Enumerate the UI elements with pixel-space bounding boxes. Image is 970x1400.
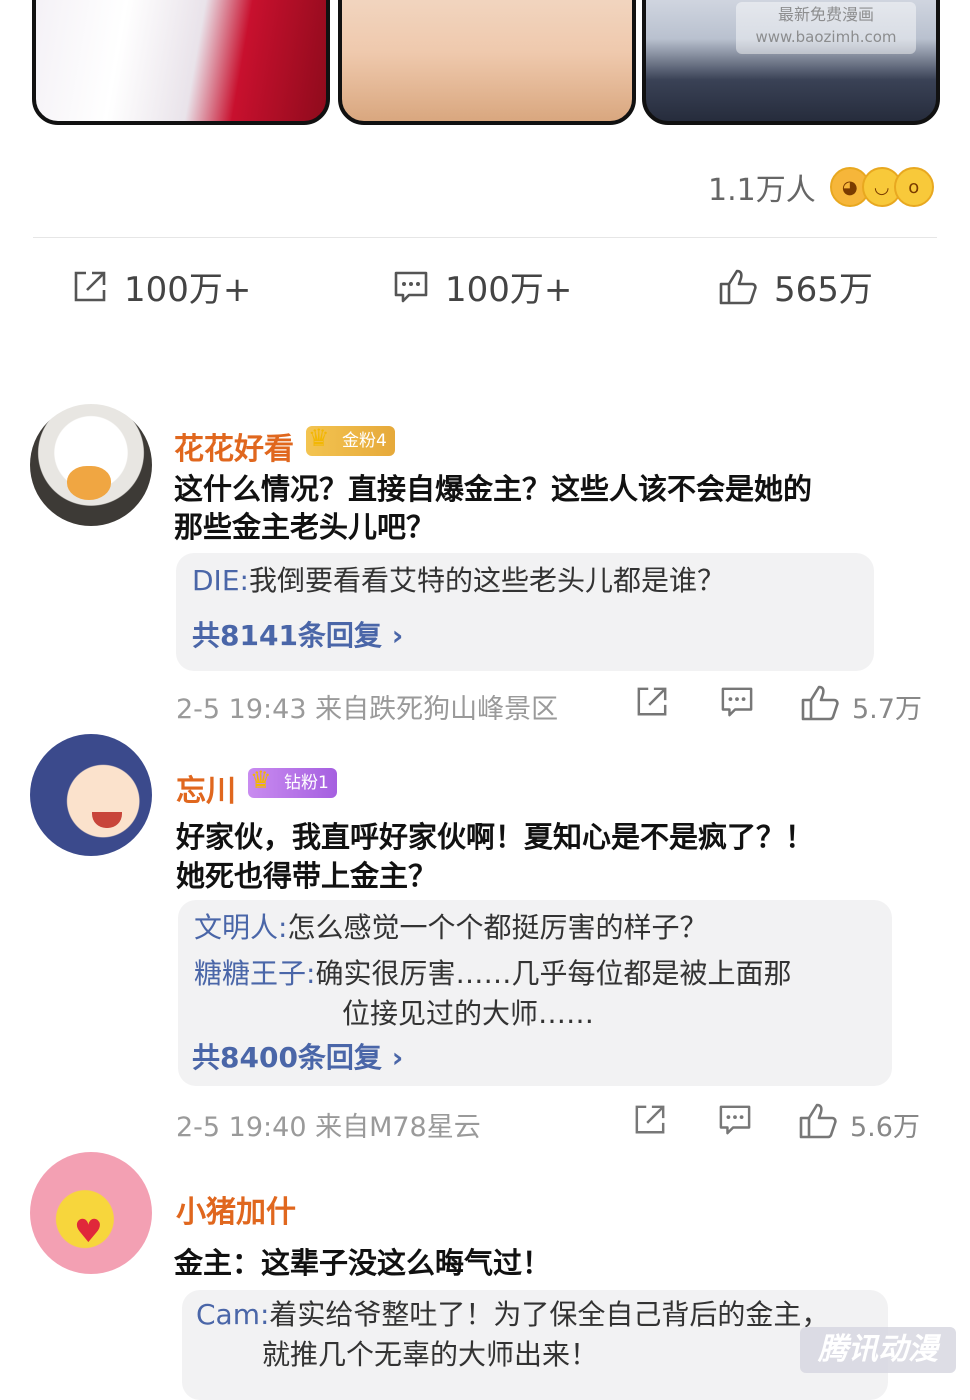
watermark-line1: 最新免费漫画 [777, 5, 874, 24]
reply-total: 共8141条回复 [192, 619, 392, 652]
duck-beak [67, 466, 111, 500]
reply-text: 怎么感觉一个个都挺厉害的样子？ [287, 911, 708, 944]
divider [33, 237, 937, 238]
brand-watermark: 腾讯动漫 [800, 1327, 956, 1373]
chevron-right-icon: › [391, 1041, 404, 1074]
view-all-replies-link[interactable]: 共8400条回复 › [192, 1036, 403, 1076]
crown-icon: ♛ [308, 424, 330, 452]
reply-text: 着实给爷整吐了！为了保全自己背后的金主， [269, 1298, 830, 1331]
reply-text: 确实很厉害……几乎每位都是被上面那 [315, 957, 792, 990]
comic-panel-2 [338, 0, 636, 125]
fan-badge-label: 金粉4 [342, 431, 387, 451]
reaction-summary[interactable]: 1.1万人 ◕ ◡ o [708, 165, 934, 209]
surprised-emoji-icon: o [893, 167, 934, 207]
fan-badge-label: 钻粉1 [284, 773, 329, 793]
reply-line: 文明人:怎么感觉一个个都挺厉害的样子？ [194, 910, 707, 946]
comment-text-line2: 她死也得带上金主？ [176, 859, 438, 893]
reply-username[interactable]: 文明人: [194, 911, 287, 944]
cartoon-mouth [92, 812, 122, 828]
comment-like-count: 5.7万 [852, 694, 922, 725]
share-icon [74, 271, 106, 301]
comment-text-line1: 这什么情况？直接自爆金主？这些人该不会是她的 [174, 472, 813, 506]
chevron-right-icon: › [391, 619, 404, 652]
reply-text: 我倒要看看艾特的这些老头儿都是谁？ [248, 564, 725, 597]
like-button[interactable]: 565万 [718, 262, 873, 311]
like-count: 565万 [774, 270, 873, 310]
share-icon[interactable] [633, 1104, 667, 1136]
reply-line: 糖糖王子:确实很厉害……几乎每位都是被上面那 [194, 956, 791, 992]
fan-badge: ♛ 金粉4 [306, 424, 395, 456]
comment-username[interactable]: 小猪加什 [176, 1187, 296, 1231]
comment-like-count: 5.6万 [850, 1112, 920, 1143]
share-button[interactable]: 100万+ [72, 262, 251, 311]
fan-badge: ♛ 钻粉1 [248, 766, 337, 798]
crown-icon: ♛ [250, 766, 272, 794]
comic-panel-3: 最新免费漫画 www.baozimh.com [642, 0, 940, 125]
comment-meta: 2-5 19:43 来自跌死狗山峰景区 [176, 694, 559, 725]
reply-line: Cam:着实给爷整吐了！为了保全自己背后的金主， [196, 1297, 829, 1333]
reply-line: DIE:我倒要看看艾特的这些老头儿都是谁？ [192, 563, 725, 599]
reply-username[interactable]: 糖糖王子: [194, 957, 315, 990]
avatar[interactable]: ♥ [30, 1152, 152, 1274]
reply-username[interactable]: Cam: [196, 1298, 269, 1331]
comment-count: 100万+ [445, 270, 573, 310]
reaction-count: 1.1万人 [708, 173, 816, 208]
heart-icon: ♥ [74, 1212, 103, 1250]
thumbs-up-icon [719, 269, 757, 304]
reply-username[interactable]: DIE: [192, 564, 249, 597]
comment-username[interactable]: 忘川 [176, 766, 236, 810]
comment-text-line1: 金主：这辈子没这么晦气过！ [174, 1246, 552, 1280]
thumbs-up-icon[interactable] [798, 1102, 838, 1140]
site-watermark: 最新免费漫画 www.baozimh.com [736, 2, 916, 54]
reply-total: 共8400条回复 [192, 1041, 392, 1074]
avatar[interactable] [30, 404, 152, 526]
watermark-line2: www.baozimh.com [755, 28, 897, 46]
reply-text-continued: 就推几个无辜的大师出来！ [262, 1338, 599, 1371]
comment-meta: 2-5 19:40 来自M78星云 [176, 1112, 481, 1143]
comment-text-line1: 好家伙，我直呼好家伙啊！夏知心是不是疯了？！ [176, 820, 815, 854]
comment-button[interactable]: 100万+ [393, 262, 572, 311]
share-count: 100万+ [124, 270, 252, 310]
comment-text-line2: 那些金主老头儿吧？ [174, 510, 436, 544]
comment-icon[interactable] [718, 1104, 752, 1136]
comment-icon [394, 271, 428, 302]
view-all-replies-link[interactable]: 共8141条回复 › [192, 614, 403, 654]
avatar[interactable] [30, 734, 152, 856]
thumbs-up-icon[interactable] [800, 684, 840, 722]
comment-icon[interactable] [720, 686, 754, 718]
comic-panel-1 [32, 0, 330, 125]
comment-username[interactable]: 花花好看 [174, 424, 294, 468]
reply-text-continued: 位接见过的大师…… [342, 997, 595, 1030]
share-icon[interactable] [635, 686, 669, 718]
